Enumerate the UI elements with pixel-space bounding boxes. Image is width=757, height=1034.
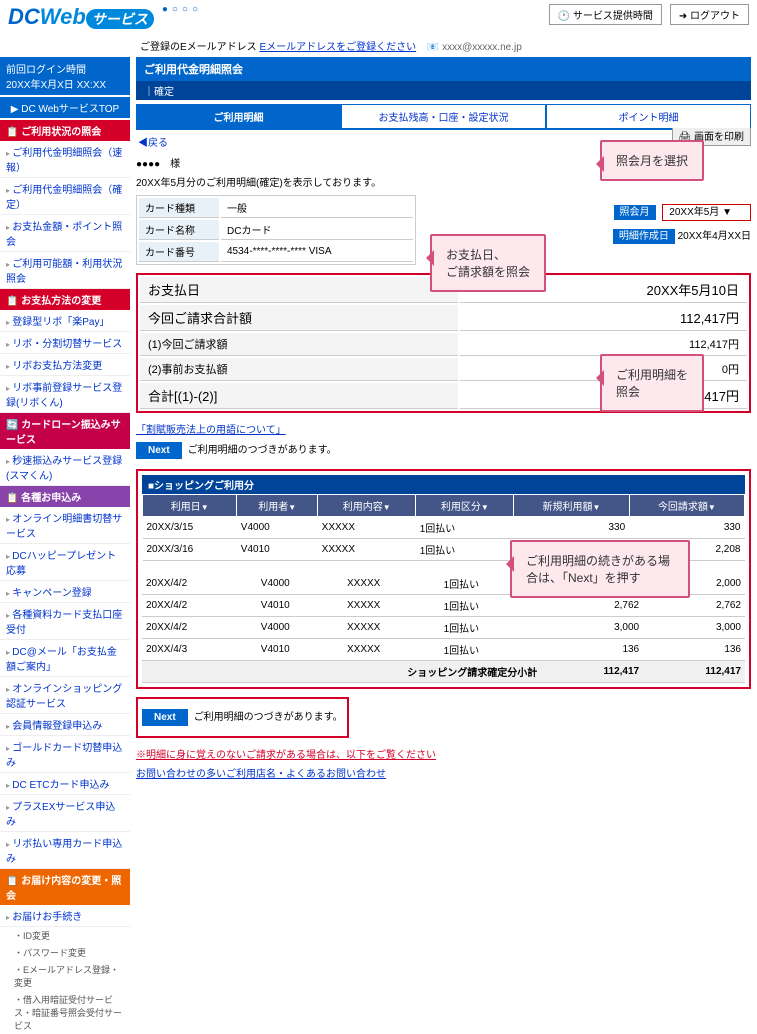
annotation-summary: お支払日、 ご請求額を照会 (430, 234, 546, 292)
sidebar-subitem[interactable]: パスワード変更 (0, 944, 130, 961)
col-date[interactable]: 利用日▼ (143, 495, 237, 517)
logo: DCWebサービス (8, 4, 154, 30)
detail-head: ■ショッピングご利用分 (142, 475, 745, 494)
next-button-2[interactable]: Next (142, 709, 188, 726)
step-dots: ●○○○ (162, 4, 541, 15)
sidebar-header-apply: 📋 各種お申込み (0, 486, 130, 507)
col-type[interactable]: 利用区分▼ (416, 495, 514, 517)
sidebar-item[interactable]: ゴールドカード切替申込み (0, 736, 130, 773)
sidebar-header-loan: 🔄 カードローン振込みサービス (0, 413, 130, 449)
month-label: 照会月 (614, 205, 656, 220)
service-time-button[interactable]: 🕐 サービス提供時間 (549, 4, 662, 25)
table-row: 20XX/4/2V4000XXXXX1回払い3,0003,000 (142, 617, 745, 639)
col-bill[interactable]: 今回請求額▼ (629, 495, 744, 517)
next-box: Next ご利用明細のつづきがあります。 (136, 697, 349, 738)
sidebar-item[interactable]: ご利用可能額・利用状況照会 (0, 252, 130, 289)
next-button[interactable]: Next (136, 442, 182, 459)
sidebar-item[interactable]: キャンペーン登録 (0, 581, 130, 603)
sidebar-item[interactable]: 登録型リボ「楽Pay」 (0, 310, 130, 332)
tab-balance[interactable]: お支払残高・口座・設定状況 (341, 104, 546, 128)
sidebar-header-payment: 📋 お支払方法の変更 (0, 289, 130, 310)
next-text: ご利用明細のつづきがあります。 (188, 445, 337, 456)
sidebar-subitem[interactable]: ID変更 (0, 927, 130, 944)
annotation-next: ご利用明細の続きがある場合は、「Next」を押す (510, 540, 690, 598)
detail-date-value: 20XX年4月XX日 (678, 231, 751, 242)
col-new[interactable]: 新規利用額▼ (514, 495, 629, 517)
sidebar-item[interactable]: ご利用代金明細照会（確定） (0, 178, 130, 215)
sidebar-item[interactable]: 各種資料カード支払口座受付 (0, 603, 130, 640)
sidebar-top-button[interactable]: ▶ DC WebサービスTOP (0, 97, 130, 118)
email-row: ご登録のEメールアドレス Eメールアドレスをご登録ください 📧 xxxx@xxx… (0, 34, 757, 57)
annotation-month: 照会月を選択 (600, 140, 704, 181)
terms-link[interactable]: 「割賦販売法上の用語について」 (136, 425, 286, 436)
sidebar-header-usage: 📋 ご利用状況の照会 (0, 120, 130, 141)
detail-date-label: 明細作成日 (613, 229, 675, 244)
month-select[interactable]: 20XX年5月 ▼ (662, 204, 751, 221)
email-register-link[interactable]: Eメールアドレスをご登録ください (259, 42, 416, 53)
sidebar-item[interactable]: リボ・分割切替サービス (0, 332, 130, 354)
sidebar-item[interactable]: リボお支払方法変更 (0, 354, 130, 376)
sidebar-item[interactable]: リボ事前登録サービス登録(リボくん) (0, 376, 130, 413)
sidebar-item[interactable]: 秒速振込みサービス登録(スマくん) (0, 449, 130, 486)
sidebar-item[interactable]: お支払金額・ポイント照会 (0, 215, 130, 252)
sidebar-header-change: 📋 お届け内容の変更・照会 (0, 869, 130, 905)
sidebar-item[interactable]: DC ETCカード申込み (0, 773, 130, 795)
tab-detail[interactable]: ご利用明細 (136, 104, 341, 128)
month-selector-row: 照会月 20XX年5月 ▼ (614, 203, 752, 218)
sidebar-subitem[interactable]: Eメールアドレス登録・変更 (0, 961, 130, 991)
sidebar-item[interactable]: オンライン明細書切替サービス (0, 507, 130, 544)
sidebar-item[interactable]: リボ払い専用カード申込み (0, 832, 130, 869)
page-title: ご利用代金明細照会 (136, 57, 751, 81)
page-subtitle: ｜確定 (136, 81, 751, 100)
logout-button[interactable]: ➜ ログアウト (670, 4, 749, 25)
sidebar-item[interactable]: オンラインショッピング認証サービス (0, 677, 130, 714)
sidebar-subitem[interactable]: 借入用暗証受付サービス・暗証番号照会受付サービス (0, 991, 130, 1034)
col-user[interactable]: 利用者▼ (237, 495, 318, 517)
col-content[interactable]: 利用内容▼ (318, 495, 416, 517)
sidebar-item[interactable]: ご利用代金明細照会（速報） (0, 141, 130, 178)
sidebar-item[interactable]: DCハッピープレゼント応募 (0, 544, 130, 581)
warning-text: ※明細に身に覚えのないご請求がある場合は、以下をご覧ください (136, 746, 751, 761)
sidebar-item[interactable]: DC@メール「お支払金額ご案内」 (0, 640, 130, 677)
annotation-detail: ご利用明細を 照会 (600, 354, 704, 412)
card-info-table: カード種類一般 カード名称DCカード カード番号4534-****-****-*… (136, 195, 416, 265)
table-row: 20XX/3/15V4000XXXXX1回払い330330 (143, 517, 745, 539)
tab-point[interactable]: ポイント明細 (546, 104, 751, 128)
sidebar-item[interactable]: お届けお手続き (0, 905, 130, 927)
email-masked: 📧 xxxx@xxxxx.ne.jp (427, 42, 522, 53)
tab-bar: ご利用明細 お支払残高・口座・設定状況 ポイント明細 (136, 104, 751, 130)
next-text-2: ご利用明細のつづきがあります。 (194, 712, 343, 723)
detail-date-row: 明細作成日 20XX年4月XX日 (613, 227, 751, 242)
sidebar-item[interactable]: プラスEXサービス申込み (0, 795, 130, 832)
table-total-row: ショッピング請求確定分小計112,417112,417 (142, 661, 745, 683)
table-row: 20XX/4/3V4010XXXXX1回払い136136 (142, 639, 745, 661)
last-login: 前回ログイン時間20XX年X月X日 XX:XX (0, 57, 130, 95)
sidebar: 前回ログイン時間20XX年X月X日 XX:XX ▶ DC WebサービスTOP … (0, 57, 130, 1034)
faq-link[interactable]: お問い合わせの多いご利用店名・よくあるお問い合わせ (136, 769, 386, 780)
sidebar-item[interactable]: 会員情報登録申込み (0, 714, 130, 736)
